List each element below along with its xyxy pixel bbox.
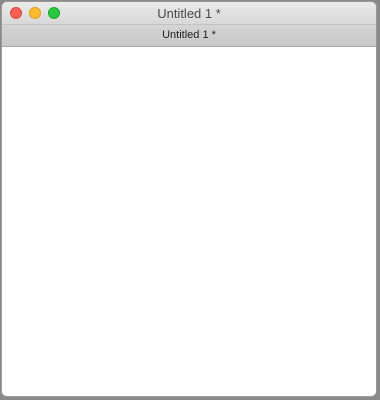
title-bar[interactable]: Untitled 1 *	[2, 2, 376, 25]
app-window: Untitled 1 * Untitled 1 *	[1, 1, 377, 397]
document-canvas[interactable]	[2, 47, 376, 396]
tab-bar: Untitled 1 *	[2, 25, 376, 47]
window-title: Untitled 1 *	[157, 6, 221, 21]
tab-document[interactable]: Untitled 1 *	[2, 25, 376, 46]
